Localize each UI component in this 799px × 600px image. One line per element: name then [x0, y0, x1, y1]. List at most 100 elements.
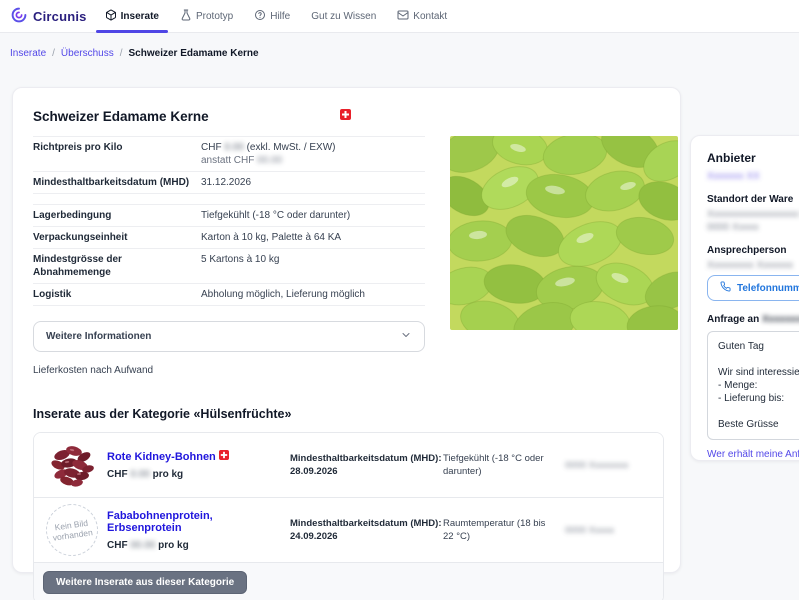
more-listings-button[interactable]: Weitere Inserate aus dieser Kategorie — [43, 571, 247, 594]
breadcrumb-current: Schweizer Edamame Kerne — [129, 48, 259, 59]
swiss-flag-icon — [340, 109, 351, 123]
request-name-redacted: Xxxxxxxxx X — [762, 314, 799, 325]
nav-item-hilfe[interactable]: Hilfe — [252, 0, 292, 32]
category-heading: Inserate aus der Kategorie «Hülsenfrücht… — [33, 407, 660, 421]
supplier-company-link-redacted[interactable]: Xxxxxxx XX — [707, 171, 760, 182]
detail-value: CHF 0.00 (exkl. MwSt. / EXW) anstatt CHF… — [201, 141, 425, 167]
price-redacted: 00.00 — [130, 540, 155, 551]
contact-heading: Ansprechperson — [707, 245, 799, 256]
address-line-redacted: Xxxxxxxxxxxxxxxxxx 000 — [707, 209, 799, 220]
nav-item-inserate[interactable]: Inserate — [103, 0, 161, 32]
detail-label: Lagerbedingung — [33, 209, 201, 222]
detail-value: 5 Kartons à 10 kg — [201, 253, 425, 279]
mhd-label: Mindesthaltbarkeitsdatum (MHD): — [290, 452, 443, 465]
inquiry-message-textarea[interactable]: Guten Tag Wir sind interessiert an - Men… — [707, 331, 799, 440]
breadcrumb-link-ueberschuss[interactable]: Überschuss — [61, 48, 114, 59]
price-suffix: pro kg — [158, 540, 189, 551]
more-info-accordion[interactable]: Weitere Informationen — [33, 321, 425, 352]
flask-icon — [180, 9, 192, 24]
message-line — [718, 405, 799, 418]
breadcrumb: Inserate / Überschuss / Schweizer Edamam… — [10, 48, 259, 59]
brand-logo[interactable]: Circunis — [10, 6, 87, 27]
listing-mhd: Mindesthaltbarkeitsdatum (MHD): 28.09.20… — [290, 452, 443, 478]
detail-row-lagerbedingung: Lagerbedingung Tiefgekühlt (-18 °C oder … — [33, 204, 425, 226]
mhd-value: 28.09.2026 — [290, 465, 443, 478]
price-original-redacted: 00.00 — [257, 155, 282, 166]
no-image-text: Kein Bild vorhanden — [50, 517, 94, 543]
show-phone-button[interactable]: Telefonnummer anzeigen — [707, 275, 799, 301]
location-heading: Standort der Ware — [707, 194, 799, 205]
listing-row-fababohnenprotein: Kein Bild vorhanden Fababohnenprotein, E… — [34, 498, 663, 563]
listing-info: Rote Kidney-Bohnen CHF 0.00 pro kg — [107, 450, 290, 480]
detail-row-mhd: Mindesthaltbarkeitsdatum (MHD) 31.12.202… — [33, 171, 425, 193]
listing-link-fababohnenprotein[interactable]: Fababohnenprotein, Erbsenprotein — [107, 510, 290, 534]
detail-value: Tiefgekühlt (-18 °C oder darunter) — [201, 209, 425, 222]
nav-label: Inserate — [121, 11, 159, 22]
detail-row-logistik: Logistik Abholung möglich, Lieferung mög… — [33, 283, 425, 305]
price-redacted: 0.00 — [130, 469, 149, 480]
message-line: Beste Grüsse — [718, 418, 799, 431]
price-suffix: (exkl. MwSt. / EXW) — [247, 142, 336, 153]
listing-link-kidney-bohnen[interactable]: Rote Kidney-Bohnen — [107, 451, 216, 463]
price-value-redacted: 0.00 — [224, 142, 243, 153]
request-to-line: Anfrage an Xxxxxxxxx X — [707, 314, 799, 325]
who-receives-request-link[interactable]: Wer erhält meine Anfrage? — [707, 449, 799, 460]
detail-label: Mindestgrösse der Abnahmemenge — [33, 253, 201, 279]
listing-storage-condition: Tiefgekühlt (-18 °C oder darunter) — [443, 452, 565, 478]
top-nav: Circunis Inserate Prototyp — [0, 0, 799, 33]
listing-detail-card: Schweizer Edamame Kerne Richtpreis pro K… — [12, 87, 681, 573]
circunis-spiral-icon — [10, 6, 28, 27]
listing-price: CHF 00.00 pro kg — [107, 540, 290, 551]
detail-label: Logistik — [33, 288, 201, 301]
listing-row-kidney-bohnen: Rote Kidney-Bohnen CHF 0.00 pro kg Minde… — [34, 433, 663, 498]
active-tab-underline — [96, 30, 168, 33]
help-circle-icon — [254, 9, 266, 24]
detail-label: Mindesthaltbarkeitsdatum (MHD) — [33, 176, 201, 189]
nav-label: Prototyp — [196, 11, 233, 22]
supplier-panel: Anbieter Xxxxxxx XX Standort der Ware Xx… — [690, 135, 799, 461]
message-line: - Lieferung bis: — [718, 392, 799, 405]
package-icon — [105, 9, 117, 24]
title-row: Schweizer Edamame Kerne — [33, 109, 660, 125]
request-label: Anfrage an — [707, 314, 759, 325]
breadcrumb-link-inserate[interactable]: Inserate — [10, 48, 46, 59]
detail-row-mindestgroesse: Mindestgrösse der Abnahmemenge 5 Kartons… — [33, 248, 425, 283]
mhd-value: 24.09.2026 — [290, 530, 443, 543]
listing-location-redacted: 0000 Xxxxx — [565, 525, 651, 536]
no-image-placeholder: Kein Bild vorhanden — [43, 501, 102, 560]
main-nav: Inserate Prototyp Hilfe Gut zu Wissen — [103, 0, 450, 32]
nav-label: Hilfe — [270, 11, 290, 22]
message-line — [718, 353, 799, 366]
nav-item-prototyp[interactable]: Prototyp — [178, 0, 235, 32]
detail-label: Richtpreis pro Kilo — [33, 141, 201, 167]
detail-value: Abholung möglich, Lieferung möglich — [201, 288, 425, 301]
accordion-label: Weitere Informationen — [46, 331, 151, 342]
message-line: Guten Tag — [718, 340, 799, 353]
price-prefix: CHF — [201, 142, 222, 153]
listing-location-redacted: 0000 Xxxxxxxx — [565, 460, 651, 471]
location-redacted-text: 0000 Xxxxx — [565, 525, 614, 536]
swiss-flag-icon — [219, 452, 229, 463]
breadcrumb-separator: / — [52, 48, 55, 59]
product-details-table: Richtpreis pro Kilo CHF 0.00 (exkl. MwSt… — [33, 136, 425, 306]
detail-row-richtpreis: Richtpreis pro Kilo CHF 0.00 (exkl. MwSt… — [33, 136, 425, 171]
category-listings: Rote Kidney-Bohnen CHF 0.00 pro kg Minde… — [33, 432, 664, 600]
nav-label: Gut zu Wissen — [311, 11, 376, 22]
brand-name: Circunis — [33, 9, 87, 24]
kidney-beans-thumbnail[interactable] — [46, 439, 98, 491]
nav-item-kontakt[interactable]: Kontakt — [395, 0, 449, 32]
price-suffix: pro kg — [153, 469, 184, 480]
listing-info: Fababohnenprotein, Erbsenprotein CHF 00.… — [107, 510, 290, 551]
category-footer: Weitere Inserate aus dieser Kategorie — [34, 563, 663, 600]
mail-icon — [397, 9, 409, 24]
detail-label: Verpackungseinheit — [33, 231, 201, 244]
contact-name-redacted: Xxxxxxxxx Xxxxxxx — [707, 260, 793, 271]
mhd-label: Mindesthaltbarkeitsdatum (MHD): — [290, 517, 443, 530]
nav-item-gut-zu-wissen[interactable]: Gut zu Wissen — [309, 0, 378, 32]
location-redacted-text: 0000 Xxxxxxxx — [565, 460, 628, 471]
show-phone-label: Telefonnummer anzeigen — [737, 283, 799, 294]
delivery-cost-note: Lieferkosten nach Aufwand — [33, 365, 660, 376]
listing-price: CHF 0.00 pro kg — [107, 469, 290, 480]
breadcrumb-separator: / — [120, 48, 123, 59]
phone-icon — [720, 281, 731, 295]
